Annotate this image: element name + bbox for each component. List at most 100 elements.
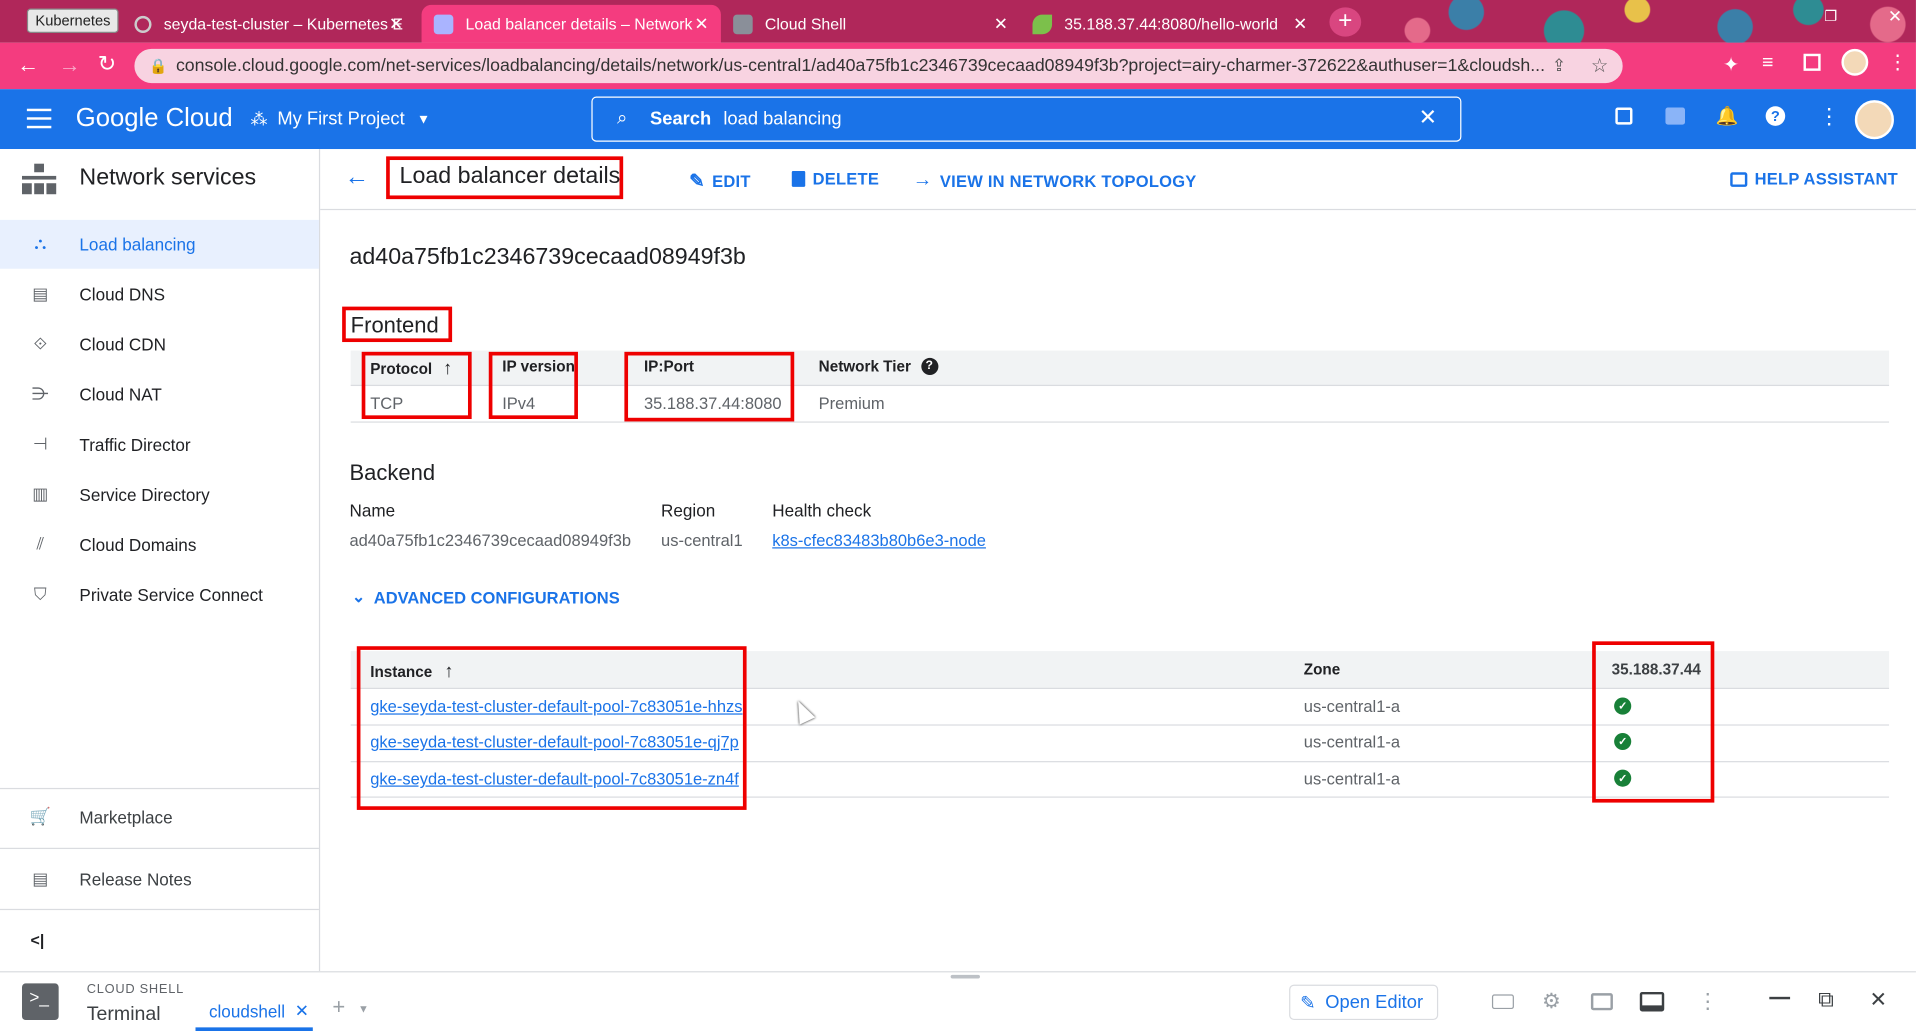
clear-search-icon[interactable]: ✕ (1419, 105, 1437, 131)
bookmark-star-icon[interactable]: ☆ (1591, 54, 1609, 78)
pencil-icon: ✎ (689, 171, 705, 192)
close-tab-icon[interactable]: ✕ (994, 13, 1008, 34)
service-directory-icon: ▥ (32, 483, 49, 504)
sidebar-item-private-service-connect[interactable]: ⛉ Private Service Connect (0, 570, 319, 619)
browser-tab[interactable]: seyda-test-cluster – Kubernetes E ✕ (122, 5, 415, 43)
page-title: Load balancer details (399, 163, 621, 190)
minimize-icon[interactable] (1769, 996, 1791, 1000)
account-avatar[interactable] (1854, 100, 1894, 140)
healthy-check-icon: ✓ (1614, 732, 1632, 751)
more-options-icon[interactable]: ⋮ (1697, 989, 1718, 1013)
frontend-heading: Frontend (350, 312, 439, 338)
sidebar-item-cloud-nat[interactable]: ⋺ Cloud NAT (0, 370, 319, 419)
panel-layout-icon[interactable] (1639, 991, 1665, 1012)
extensions-icon[interactable]: ✦ (1723, 53, 1739, 77)
url-text: console.cloud.google.com/net-services/lo… (175, 56, 1546, 76)
settings-menu-icon[interactable]: ⋮ (1818, 104, 1840, 130)
browser-menu-icon[interactable]: ⋮ (1888, 50, 1908, 74)
topology-label: VIEW IN NETWORK TOPOLOGY (939, 171, 1197, 190)
network-favicon-icon (433, 14, 454, 34)
health-check-link[interactable]: k8s-cfec83483b80b6e3-node (772, 531, 986, 549)
new-tab-icon[interactable]: + (1329, 7, 1362, 37)
instance-link[interactable]: gke-seyda-test-cluster-default-pool-7c83… (370, 733, 739, 751)
close-tab-icon[interactable]: ✕ (694, 13, 708, 34)
back-arrow-icon[interactable]: ← (345, 164, 369, 192)
sidebar-item-marketplace[interactable]: 🛒 Marketplace (0, 793, 319, 842)
web-preview-icon[interactable] (1590, 993, 1613, 1011)
settings-icon[interactable]: ⚙ (1542, 989, 1561, 1013)
main-menu-icon[interactable] (26, 108, 52, 129)
reading-list-icon[interactable]: ≡ (1762, 53, 1773, 75)
sidebar-item-cloud-dns[interactable]: ▤ Cloud DNS (0, 270, 319, 319)
instance-link[interactable]: gke-seyda-test-cluster-default-pool-7c83… (370, 698, 742, 716)
gift-icon[interactable] (1615, 107, 1633, 125)
browser-tab-active[interactable]: Load balancer details – Network ✕ (421, 4, 721, 43)
tab-title: Load balancer details – Network (465, 14, 693, 33)
resize-handle[interactable] (950, 974, 980, 979)
help-assistant-button[interactable]: HELP ASSISTANT (1730, 170, 1898, 188)
protocol-column-header[interactable]: Protocol ↑ (370, 358, 452, 379)
sidebar-item-traffic-director[interactable]: ⊣ Traffic Director (0, 420, 319, 469)
notifications-icon[interactable]: 🔔 (1716, 105, 1739, 127)
share-icon[interactable]: ⇪ (1552, 55, 1566, 76)
close-tab-icon[interactable]: ✕ (295, 1000, 309, 1021)
protocol-value: TCP (370, 394, 404, 413)
healthy-check-icon: ✓ (1614, 697, 1632, 715)
sidebar-item-load-balancing[interactable]: ⛬ Load balancing (0, 219, 319, 269)
forward-arrow-icon[interactable]: → (59, 53, 81, 79)
ip-port-column-header: IP:Port (643, 357, 695, 376)
restore-window-icon[interactable]: ❐ (1824, 7, 1837, 24)
side-panel-icon[interactable] (1803, 53, 1821, 71)
instance-link[interactable]: gke-seyda-test-cluster-default-pool-7c83… (370, 770, 739, 788)
trash-icon (791, 171, 806, 187)
edit-button[interactable]: ✎ EDIT (689, 170, 751, 192)
search-input[interactable]: ⌕ Search load balancing ✕ (591, 96, 1462, 142)
shell-tab-label: cloudshell (208, 1001, 286, 1021)
collapse-sidebar-icon[interactable]: <| (31, 931, 45, 949)
healthy-check-icon: ✓ (1614, 769, 1632, 787)
view-in-network-topology-button[interactable]: → VIEW IN NETWORK TOPOLOGY (913, 170, 1197, 192)
url-field[interactable]: 🔒 console.cloud.google.com/net-services/… (134, 48, 1623, 84)
divider (0, 787, 319, 790)
search-icon: ⌕ (617, 107, 628, 129)
keyboard-icon[interactable] (1491, 994, 1514, 1010)
browser-tab[interactable]: 35.188.37.44:8080/hello-world ✕ (1020, 5, 1319, 43)
open-editor-label: Open Editor (1325, 991, 1424, 1013)
chevron-down-icon[interactable]: ▼ (358, 1003, 369, 1015)
project-selector[interactable]: ⁂ My First Project ▼ (250, 109, 430, 130)
zone-value: us-central1-a (1303, 732, 1401, 752)
sidebar-item-label: Private Service Connect (79, 585, 263, 605)
activate-cloud-shell-icon[interactable] (1665, 107, 1686, 125)
help-icon[interactable]: ? (920, 357, 938, 376)
open-editor-button[interactable]: ✎ Open Editor (1289, 984, 1439, 1021)
profile-avatar[interactable] (1841, 48, 1869, 76)
search-value: load balancing (723, 108, 842, 130)
browser-tab[interactable]: Cloud Shell ✕ (721, 5, 1020, 43)
tab-cloudshell[interactable]: cloudshell ✕ (195, 994, 313, 1031)
sidebar-item-release-notes[interactable]: ▤ Release Notes (0, 855, 319, 904)
sidebar-item-label: Cloud Domains (79, 535, 197, 555)
close-shell-icon[interactable]: ✕ (1870, 988, 1887, 1012)
close-tab-icon[interactable]: ✕ (1293, 13, 1307, 34)
cart-icon: 🛒 (29, 806, 51, 826)
advanced-configurations-toggle[interactable]: ⌄ ADVANCED CONFIGURATIONS (352, 588, 620, 608)
reload-icon[interactable]: ↻ (98, 51, 116, 77)
pinned-tab-kubernetes[interactable]: Kubernetes (26, 8, 120, 33)
add-tab-icon[interactable]: + (332, 994, 345, 1020)
frontend-table-header (350, 350, 1890, 387)
google-cloud-logo[interactable]: Google Cloud (76, 104, 233, 133)
instance-column-header[interactable]: Instance ↑ (370, 661, 453, 682)
close-tab-icon[interactable]: ✕ (389, 13, 403, 34)
close-window-icon[interactable]: ✕ (1888, 6, 1902, 27)
sidebar-item-service-directory[interactable]: ▥ Service Directory (0, 470, 319, 519)
help-icon[interactable]: ? (1765, 106, 1786, 126)
edit-label: EDIT (712, 171, 751, 190)
sidebar-item-cloud-domains[interactable]: ⫽ Cloud Domains (0, 520, 319, 569)
delete-button[interactable]: DELETE (791, 169, 880, 189)
sidebar-item-cloud-cdn[interactable]: ⟐ Cloud CDN (0, 320, 319, 369)
backend-region-value: us-central1 (661, 531, 743, 550)
back-arrow-icon[interactable]: ← (17, 53, 39, 79)
chevron-down-icon: ▼ (416, 111, 431, 127)
open-in-new-window-icon[interactable]: ⧉ (1818, 987, 1834, 1013)
delete-label: DELETE (812, 169, 880, 189)
